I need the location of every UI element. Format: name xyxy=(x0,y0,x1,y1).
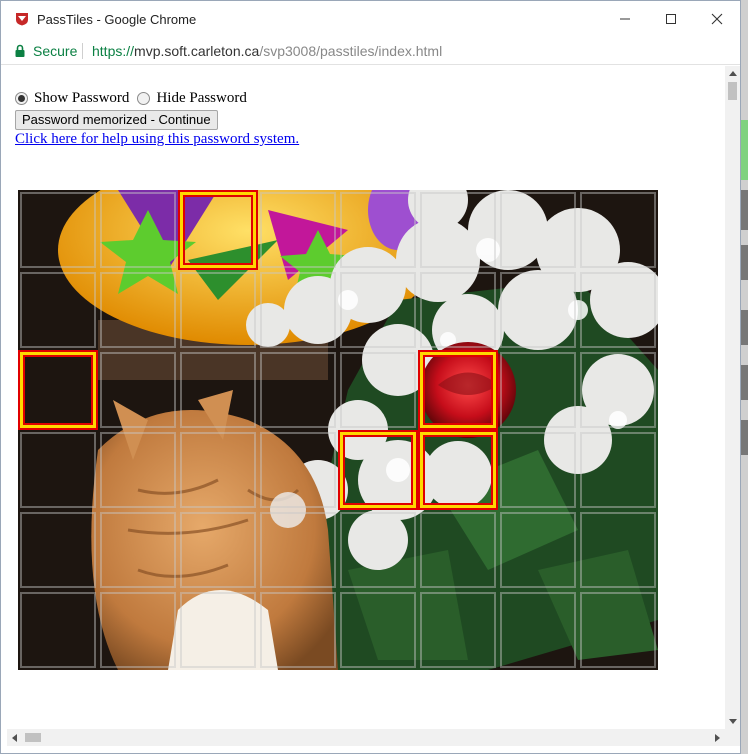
password-tile[interactable] xyxy=(580,432,656,508)
password-tile[interactable] xyxy=(180,592,256,668)
password-tile[interactable] xyxy=(420,192,496,268)
password-tile[interactable] xyxy=(340,592,416,668)
password-visibility-options: Show Password Hide Password xyxy=(15,90,255,107)
scroll-right-arrow-icon[interactable] xyxy=(710,730,725,745)
password-tile[interactable] xyxy=(260,592,336,668)
password-tile[interactable] xyxy=(580,272,656,348)
password-tile[interactable] xyxy=(340,192,416,268)
hide-password-label[interactable]: Hide Password xyxy=(156,90,246,107)
address-bar[interactable]: Secure https://mvp.soft.carleton.ca/svp3… xyxy=(1,37,740,65)
password-tile[interactable] xyxy=(20,272,96,348)
page-content: Show Password Hide Password Password mem… xyxy=(7,66,725,729)
password-tile[interactable] xyxy=(180,512,256,588)
scroll-down-arrow-icon[interactable] xyxy=(725,714,740,729)
password-tile[interactable] xyxy=(100,272,176,348)
horizontal-scroll-thumb[interactable] xyxy=(25,733,41,742)
password-tile[interactable] xyxy=(260,272,336,348)
window-title: PassTiles - Google Chrome xyxy=(37,12,197,27)
passtiles-image xyxy=(18,190,658,670)
password-tile[interactable] xyxy=(100,432,176,508)
vertical-scroll-thumb[interactable] xyxy=(728,82,737,100)
address-separator xyxy=(82,43,83,59)
password-tile[interactable] xyxy=(20,512,96,588)
minimize-icon xyxy=(620,18,630,20)
continue-button[interactable]: Password memorized - Continue xyxy=(15,110,218,130)
password-tile[interactable] xyxy=(20,192,96,268)
url-text[interactable]: https://mvp.soft.carleton.ca/svp3008/pas… xyxy=(92,43,442,59)
password-tile[interactable] xyxy=(580,352,656,428)
password-tile[interactable] xyxy=(500,192,576,268)
password-tile[interactable] xyxy=(340,272,416,348)
secure-label: Secure xyxy=(33,43,78,59)
password-tile[interactable] xyxy=(420,592,496,668)
hide-password-radio[interactable] xyxy=(137,92,151,105)
password-tile[interactable] xyxy=(180,432,256,508)
url-path: /svp3008/passtiles/index.html xyxy=(259,43,443,59)
password-tile[interactable] xyxy=(500,352,576,428)
browser-popup-window: PassTiles - Google Chrome Secure https:/… xyxy=(0,0,741,754)
selected-password-tile[interactable] xyxy=(418,430,498,510)
password-tile[interactable] xyxy=(180,352,256,428)
minimize-button[interactable] xyxy=(602,1,648,37)
background-page-strip xyxy=(740,0,748,754)
url-scheme: https:// xyxy=(92,43,135,59)
show-password-radio[interactable] xyxy=(15,92,28,105)
close-icon xyxy=(711,13,723,25)
show-password-label[interactable]: Show Password xyxy=(34,90,129,107)
password-tile[interactable] xyxy=(20,432,96,508)
password-tile[interactable] xyxy=(260,192,336,268)
password-tile[interactable] xyxy=(100,512,176,588)
selected-password-tile[interactable] xyxy=(178,190,258,270)
maximize-button[interactable] xyxy=(648,1,694,37)
password-tile[interactable] xyxy=(340,352,416,428)
password-tile[interactable] xyxy=(100,352,176,428)
selected-password-tile[interactable] xyxy=(418,350,498,430)
password-tile[interactable] xyxy=(580,192,656,268)
password-tile[interactable] xyxy=(500,512,576,588)
selected-password-tile[interactable] xyxy=(18,350,98,430)
password-tile[interactable] xyxy=(500,592,576,668)
password-tile[interactable] xyxy=(500,432,576,508)
password-tile[interactable] xyxy=(420,272,496,348)
lock-icon xyxy=(15,44,25,57)
password-tile[interactable] xyxy=(100,592,176,668)
url-host: mvp.soft.carleton.ca xyxy=(134,43,260,59)
password-tile[interactable] xyxy=(580,592,656,668)
maximize-icon xyxy=(666,14,676,24)
scroll-up-arrow-icon[interactable] xyxy=(725,66,740,81)
close-button[interactable] xyxy=(694,1,740,37)
password-tile[interactable] xyxy=(260,352,336,428)
password-tile[interactable] xyxy=(100,192,176,268)
password-tile[interactable] xyxy=(420,512,496,588)
password-tile[interactable] xyxy=(260,432,336,508)
password-tile[interactable] xyxy=(500,272,576,348)
password-tile[interactable] xyxy=(340,512,416,588)
chrome-app-icon xyxy=(15,12,29,26)
title-bar: PassTiles - Google Chrome xyxy=(1,1,740,37)
selected-password-tile[interactable] xyxy=(338,430,418,510)
vertical-scrollbar[interactable] xyxy=(725,66,740,729)
horizontal-scrollbar[interactable] xyxy=(7,729,740,746)
password-tile[interactable] xyxy=(180,272,256,348)
password-tile[interactable] xyxy=(20,592,96,668)
help-link[interactable]: Click here for help using this password … xyxy=(15,131,299,148)
password-tile[interactable] xyxy=(260,512,336,588)
scroll-left-arrow-icon[interactable] xyxy=(7,730,22,745)
password-tile[interactable] xyxy=(580,512,656,588)
password-tile-grid xyxy=(18,190,658,670)
